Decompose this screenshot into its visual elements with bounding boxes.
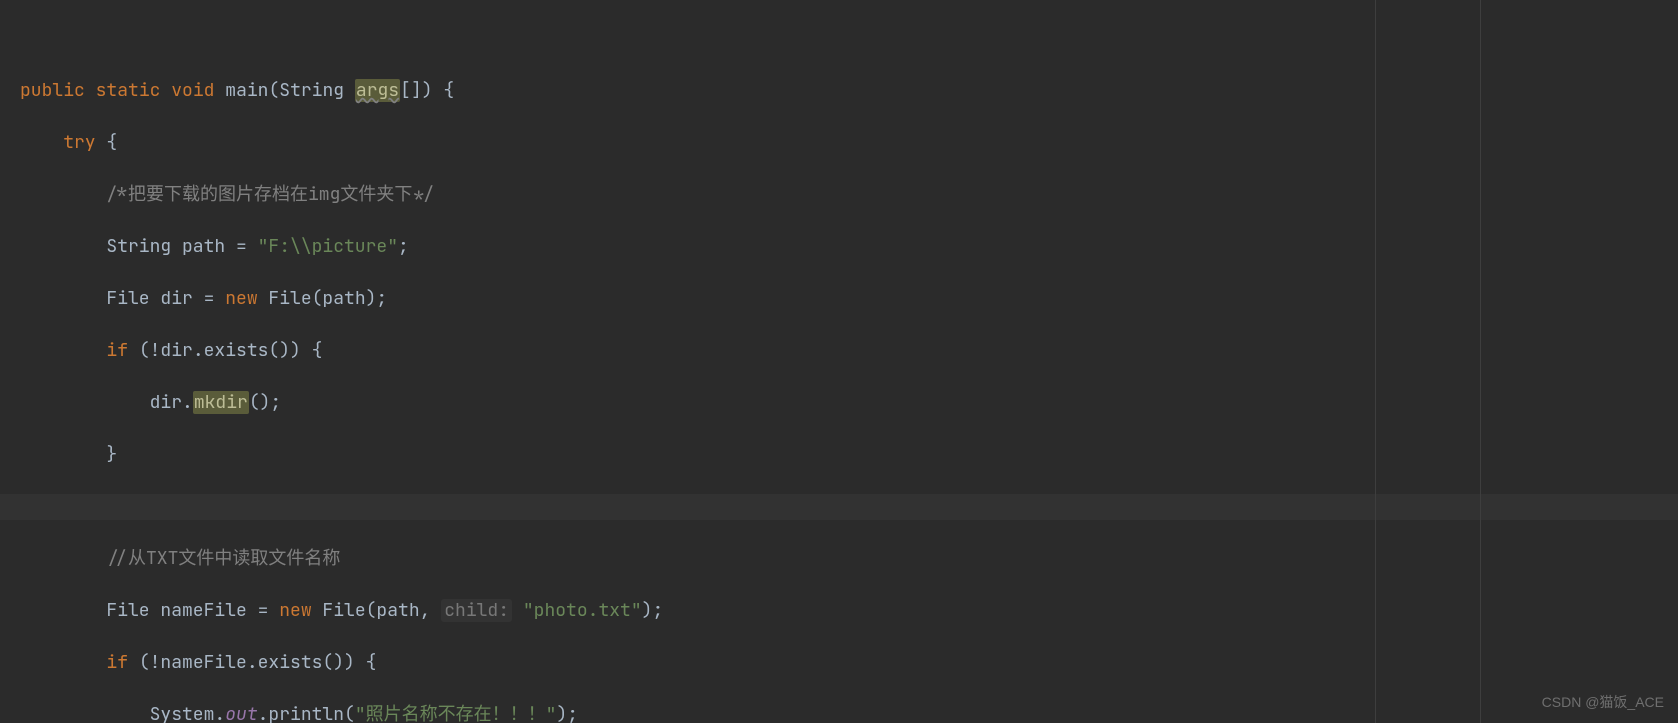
code-line-current[interactable] (0, 494, 1678, 520)
code-line[interactable]: /*把要下载的图片存档在img文件夹下*/ (0, 182, 1678, 208)
watermark: CSDN @猫饭_ACE (1542, 689, 1664, 715)
code-line[interactable]: try { (0, 130, 1678, 156)
right-margin-guide (1480, 0, 1481, 723)
code-line[interactable]: } (0, 442, 1678, 468)
code-line[interactable]: String path = "F:\\picture"; (0, 234, 1678, 260)
code-line[interactable]: File dir = new File(path); (0, 286, 1678, 312)
code-line[interactable]: dir.mkdir(); (0, 390, 1678, 416)
code-line[interactable]: File nameFile = new File(path, child: "p… (0, 598, 1678, 624)
code-editor[interactable]: public static void main(String args[]) {… (0, 0, 1678, 723)
code-line[interactable]: System.out.println("照片名称不存在！！！"); (0, 702, 1678, 723)
code-line[interactable]: //从TXT文件中读取文件名称 (0, 546, 1678, 572)
code-line[interactable]: if (!nameFile.exists()) { (0, 650, 1678, 676)
code-line[interactable]: if (!dir.exists()) { (0, 338, 1678, 364)
code-line[interactable]: public static void main(String args[]) { (0, 78, 1678, 104)
param-hint: child: (441, 599, 512, 622)
right-margin-guide (1375, 0, 1376, 723)
